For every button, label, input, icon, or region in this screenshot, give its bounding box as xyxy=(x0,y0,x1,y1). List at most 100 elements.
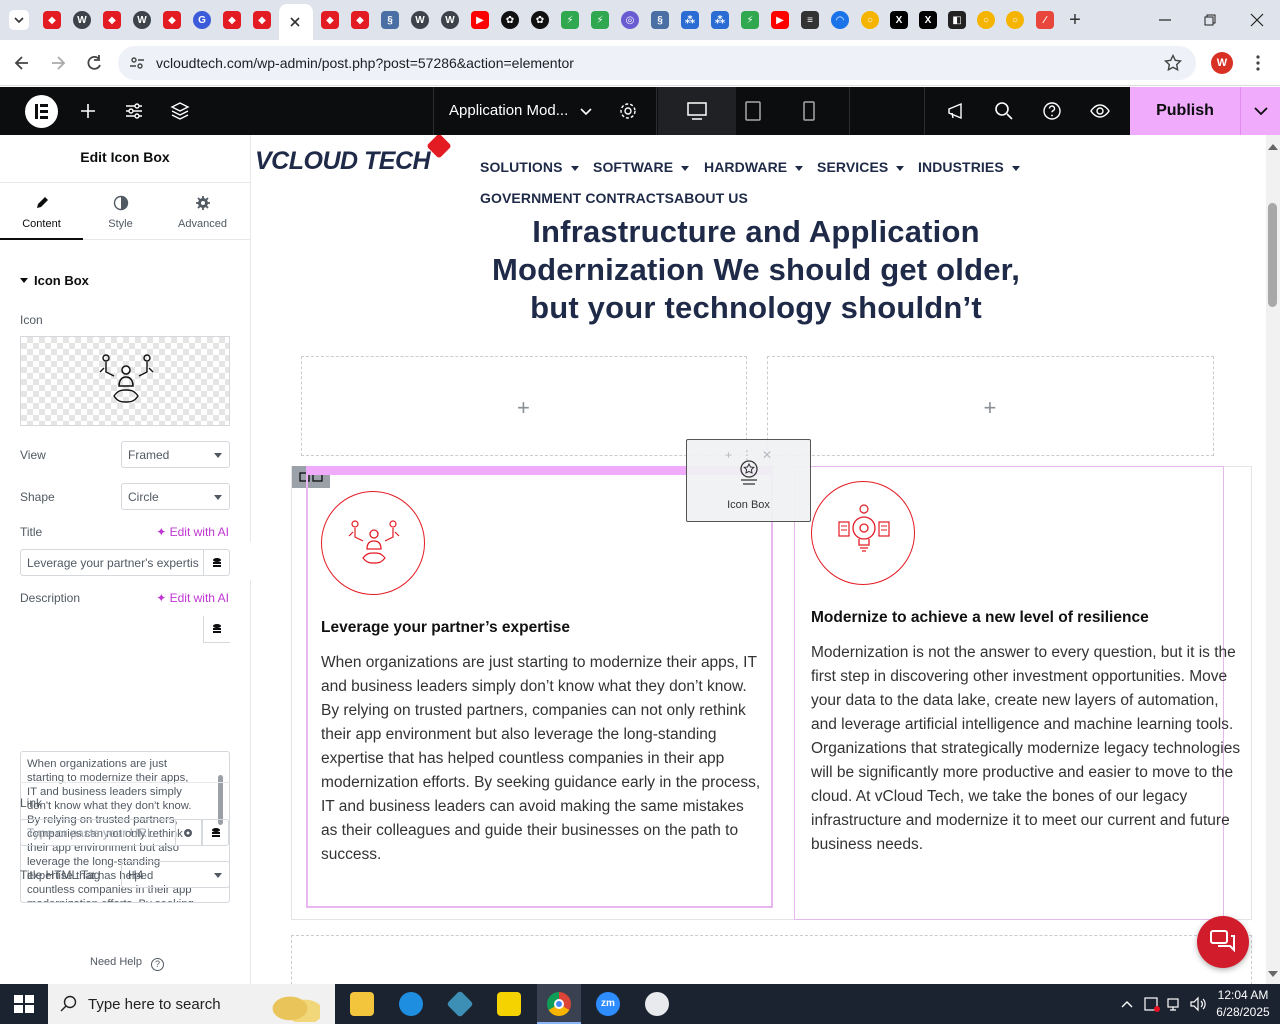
nav-software[interactable]: SOFTWARE xyxy=(593,159,690,175)
tab-favicon-blue[interactable]: ⁂ xyxy=(711,11,729,29)
edit-with-ai-title-link[interactable]: ✦ Edit with AI xyxy=(156,525,229,539)
site-info-icon[interactable] xyxy=(129,55,145,71)
nav-about-us[interactable]: ABOUT US xyxy=(674,190,748,206)
icon-box-description[interactable]: Modernization is not the answer to every… xyxy=(811,641,1243,857)
tab-favicon-openai[interactable]: ✿ xyxy=(501,11,519,29)
reload-icon[interactable] xyxy=(84,53,104,73)
file-explorer-icon[interactable] xyxy=(350,992,374,1016)
tab-favicon-colorful[interactable]: ○ xyxy=(977,11,995,29)
tab-content[interactable]: Content xyxy=(0,183,83,240)
icon-frame-circle[interactable] xyxy=(321,491,425,595)
tab-favicon-green[interactable]: ⚡ xyxy=(591,11,609,29)
tab-favicon-blue[interactable]: G xyxy=(193,11,211,29)
tab-favicon-red[interactable]: ◆ xyxy=(321,11,339,29)
tab-favicon-red[interactable]: ∕ xyxy=(1036,11,1054,29)
page-heading[interactable]: Infrastructure and Application Moderniza… xyxy=(466,213,1046,327)
need-help-link[interactable]: Need Help ? xyxy=(90,956,165,971)
view-select[interactable]: Framed xyxy=(121,441,230,468)
link-options-button[interactable] xyxy=(175,819,202,846)
nav-solutions[interactable]: SOLUTIONS xyxy=(480,159,579,175)
meet-now-icon[interactable] xyxy=(1143,995,1161,1013)
back-icon[interactable] xyxy=(12,53,32,73)
profile-avatar[interactable]: W xyxy=(1211,52,1233,74)
icon-box-title[interactable]: Modernize to achieve a new level of resi… xyxy=(811,609,1241,627)
notifications-megaphone-icon[interactable] xyxy=(945,100,967,122)
tab-favicon-youtube[interactable]: ▶ xyxy=(771,11,789,29)
tab-favicon-colorful[interactable]: ○ xyxy=(1006,11,1024,29)
tab-favicon-blue[interactable]: ◠ xyxy=(831,11,849,29)
elementor-logo-icon[interactable] xyxy=(25,95,58,128)
dynamic-tags-button[interactable] xyxy=(203,616,230,643)
add-widget-plus-icon[interactable]: + xyxy=(984,395,997,421)
tab-favicon-blue[interactable]: § xyxy=(381,11,399,29)
restore-icon[interactable] xyxy=(1200,10,1220,30)
tab-favicon-red[interactable]: ◆ xyxy=(253,11,271,29)
tab-favicon-colorful[interactable]: ○ xyxy=(861,11,879,29)
snipping-tool-icon[interactable] xyxy=(645,992,669,1016)
tab-favicon-red[interactable]: ◆ xyxy=(163,11,181,29)
title-html-tag-select[interactable]: H4 xyxy=(121,861,230,888)
tab-favicon-wordpress[interactable]: W xyxy=(73,11,91,29)
document-title-dropdown[interactable]: Application Mod... xyxy=(433,87,657,135)
nav-hardware[interactable]: HARDWARE xyxy=(704,159,804,175)
publish-options-button[interactable] xyxy=(1240,87,1280,135)
chevron-up-icon[interactable] xyxy=(1120,997,1134,1011)
site-logo[interactable]: VCLOUD TECH xyxy=(255,135,452,177)
tab-search-icon[interactable] xyxy=(9,10,29,30)
tab-favicon-red[interactable]: ◆ xyxy=(223,11,241,29)
tab-active[interactable] xyxy=(279,4,313,40)
tablet-icon[interactable] xyxy=(742,100,764,122)
dynamic-tags-button[interactable] xyxy=(203,549,230,576)
browser-menu-icon[interactable] xyxy=(1250,53,1266,73)
next-section-outline[interactable] xyxy=(291,935,1252,984)
network-icon[interactable] xyxy=(1166,995,1184,1013)
chrome-icon[interactable] xyxy=(547,992,571,1016)
close-tab-icon[interactable] xyxy=(279,4,313,40)
dragged-widget-preview[interactable]: +⋮✕ Icon Box xyxy=(686,439,811,522)
forward-icon[interactable] xyxy=(48,53,68,73)
sticky-notes-icon[interactable] xyxy=(497,992,521,1016)
tab-favicon-green[interactable]: ⚡ xyxy=(561,11,579,29)
tab-favicon-red[interactable]: ◆ xyxy=(103,11,121,29)
bookmark-star-icon[interactable] xyxy=(1164,54,1182,72)
tab-favicon-youtube[interactable]: ▶ xyxy=(471,11,489,29)
tab-favicon-dark[interactable]: ≡ xyxy=(801,11,819,29)
tab-advanced[interactable]: Advanced xyxy=(161,183,244,240)
scroll-down-arrow-icon[interactable] xyxy=(1268,971,1278,982)
tab-favicon-blue[interactable]: § xyxy=(651,11,669,29)
tab-favicon-x[interactable]: X xyxy=(919,11,937,29)
add-element-icon[interactable] xyxy=(77,100,99,122)
tab-favicon-wordpress[interactable]: W xyxy=(411,11,429,29)
section-toggle-icon-box[interactable]: Icon Box xyxy=(20,273,89,288)
link-url-input[interactable]: Type or paste your URL xyxy=(20,819,176,846)
tab-style[interactable]: Style xyxy=(79,183,162,240)
site-settings-sliders-icon[interactable] xyxy=(123,100,145,122)
taskbar-clock[interactable]: 12:04 AM 6/28/2025 xyxy=(1210,987,1276,1021)
help-icon[interactable] xyxy=(1041,100,1063,122)
empty-column-drop-zone[interactable]: + xyxy=(301,356,747,456)
icon-box-title[interactable]: Leverage your partner’s expertise xyxy=(321,619,761,637)
preview-eye-icon[interactable] xyxy=(1089,100,1111,122)
nav-government-contracts[interactable]: GOVERNMENT CONTRACTS xyxy=(480,190,674,206)
page-settings-gear-icon[interactable] xyxy=(618,101,638,121)
tab-favicon-wordpress[interactable]: W xyxy=(133,11,151,29)
icon-box-description[interactable]: When organizations are just starting to … xyxy=(321,651,761,867)
edit-with-ai-description-link[interactable]: ✦ Edit with AI xyxy=(156,591,229,605)
nav-industries[interactable]: INDUSTRIES xyxy=(918,159,1020,175)
edge-browser-icon[interactable] xyxy=(399,992,423,1016)
publish-button[interactable]: Publish xyxy=(1130,87,1240,135)
search-icon[interactable] xyxy=(993,100,1015,122)
structure-layers-icon[interactable] xyxy=(169,100,191,122)
app-diamond-icon[interactable] xyxy=(446,990,474,1018)
canvas-scrollbar-thumb[interactable] xyxy=(1268,203,1277,307)
new-tab-button[interactable]: + xyxy=(1065,10,1085,30)
tab-favicon-green[interactable]: ⚡ xyxy=(741,11,759,29)
zoom-app-icon[interactable]: zm xyxy=(596,992,620,1016)
tab-favicon-purple[interactable]: ◎ xyxy=(621,11,639,29)
windows-start-icon[interactable] xyxy=(14,995,34,1013)
close-window-icon[interactable] xyxy=(1247,10,1267,30)
add-widget-plus-icon[interactable]: + xyxy=(517,395,530,421)
mobile-icon[interactable] xyxy=(798,100,820,122)
taskbar-search-box[interactable]: Type here to search xyxy=(48,984,335,1024)
tab-favicon-red[interactable]: ◆ xyxy=(351,11,369,29)
